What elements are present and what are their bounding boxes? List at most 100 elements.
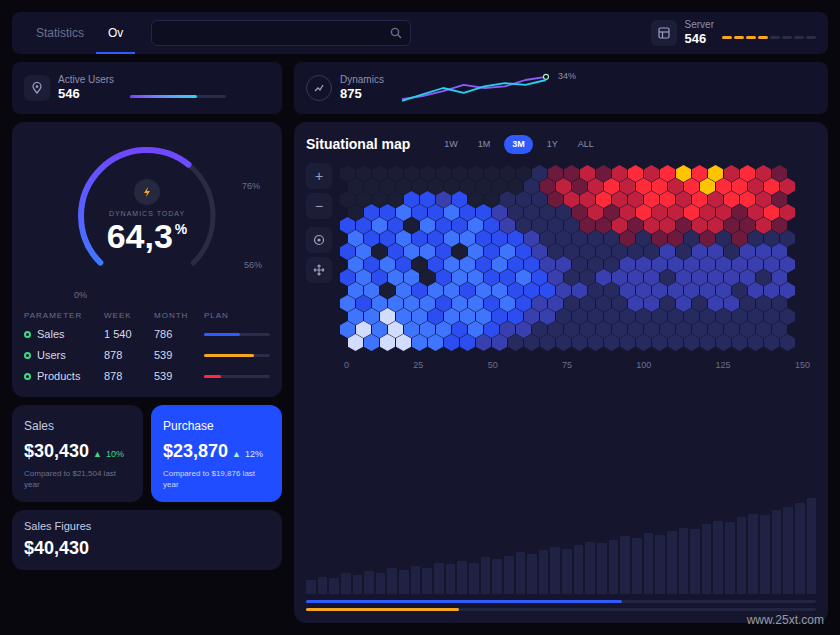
hex-cell[interactable] (756, 295, 771, 312)
hex-cell[interactable] (764, 308, 779, 325)
hex-cell[interactable] (724, 243, 739, 260)
hex-cell[interactable] (412, 282, 427, 299)
hex-cell[interactable] (436, 321, 451, 338)
hex-cell[interactable] (780, 282, 795, 299)
hex-cell[interactable] (676, 165, 691, 182)
hex-cell[interactable] (612, 243, 627, 260)
hex-cell[interactable] (740, 191, 755, 208)
hex-cell[interactable] (468, 321, 483, 338)
hex-cell[interactable] (396, 282, 411, 299)
hex-cell[interactable] (772, 165, 787, 182)
hex-cell[interactable] (484, 295, 499, 312)
hex-cell[interactable] (580, 269, 595, 286)
hex-cell[interactable] (668, 204, 683, 221)
hex-cell[interactable] (540, 178, 555, 195)
hex-cell[interactable] (436, 243, 451, 260)
hex-cell[interactable] (756, 269, 771, 286)
hex-cell[interactable] (524, 178, 539, 195)
hex-cell[interactable] (732, 178, 747, 195)
hex-cell[interactable] (740, 269, 755, 286)
hex-cell[interactable] (700, 230, 715, 247)
hex-cell[interactable] (596, 295, 611, 312)
hex-cell[interactable] (524, 204, 539, 221)
hex-cell[interactable] (364, 282, 379, 299)
hex-cell[interactable] (532, 165, 547, 182)
hex-cell[interactable] (516, 269, 531, 286)
hex-cell[interactable] (588, 256, 603, 273)
hex-cell[interactable] (684, 308, 699, 325)
hex-cell[interactable] (460, 282, 475, 299)
hex-cell[interactable] (732, 256, 747, 273)
hex-cell[interactable] (508, 204, 523, 221)
hex-cell[interactable] (420, 191, 435, 208)
hex-cell[interactable] (340, 217, 355, 234)
hex-cell[interactable] (756, 217, 771, 234)
hex-cell[interactable] (612, 269, 627, 286)
hex-cell[interactable] (676, 321, 691, 338)
hex-cell[interactable] (524, 334, 539, 351)
hex-cell[interactable] (740, 243, 755, 260)
hex-cell[interactable] (476, 204, 491, 221)
hex-cell[interactable] (700, 178, 715, 195)
hex-cell[interactable] (556, 256, 571, 273)
hex-cell[interactable] (444, 178, 459, 195)
hex-cell[interactable] (444, 204, 459, 221)
hex-cell[interactable] (364, 204, 379, 221)
hex-cell[interactable] (476, 308, 491, 325)
hex-cell[interactable] (340, 321, 355, 338)
hex-cell[interactable] (748, 308, 763, 325)
hex-cell[interactable] (468, 191, 483, 208)
hex-cell[interactable] (404, 165, 419, 182)
hex-cell[interactable] (660, 217, 675, 234)
hex-cell[interactable] (444, 230, 459, 247)
hex-cell[interactable] (452, 243, 467, 260)
hex-cell[interactable] (636, 178, 651, 195)
hex-cell[interactable] (764, 230, 779, 247)
hex-cell[interactable] (460, 308, 475, 325)
hex-cell[interactable] (340, 295, 355, 312)
hex-cell[interactable] (708, 321, 723, 338)
hex-cell[interactable] (644, 321, 659, 338)
hex-cell[interactable] (596, 165, 611, 182)
hex-cell[interactable] (380, 204, 395, 221)
search-field[interactable] (151, 20, 411, 46)
hex-cell[interactable] (540, 282, 555, 299)
hex-cell[interactable] (380, 308, 395, 325)
hex-cell[interactable] (468, 295, 483, 312)
hex-cell[interactable] (764, 178, 779, 195)
hex-cell[interactable] (572, 204, 587, 221)
hex-cell[interactable] (348, 178, 363, 195)
hex-cell[interactable] (620, 230, 635, 247)
hex-cell[interactable] (340, 269, 355, 286)
hex-cell[interactable] (452, 295, 467, 312)
hex-cell[interactable] (388, 295, 403, 312)
hex-cell[interactable] (468, 243, 483, 260)
hex-cell[interactable] (340, 165, 355, 182)
hex-cell[interactable] (620, 178, 635, 195)
hex-cell[interactable] (588, 178, 603, 195)
hex-cell[interactable] (676, 295, 691, 312)
hex-cell[interactable] (780, 204, 795, 221)
hex-cell[interactable] (756, 321, 771, 338)
hex-cell[interactable] (508, 230, 523, 247)
hex-cell[interactable] (580, 191, 595, 208)
hex-cell[interactable] (380, 282, 395, 299)
hex-cell[interactable] (540, 204, 555, 221)
hex-cell[interactable] (388, 217, 403, 234)
hex-cell[interactable] (604, 308, 619, 325)
hex-cell[interactable] (340, 243, 355, 260)
hex-cell[interactable] (372, 165, 387, 182)
hex-cell[interactable] (556, 282, 571, 299)
hex-cell[interactable] (604, 282, 619, 299)
hex-cell[interactable] (756, 243, 771, 260)
hex-cell[interactable] (700, 204, 715, 221)
hex-cell[interactable] (348, 256, 363, 273)
hex-cell[interactable] (700, 256, 715, 273)
hex-cell[interactable] (636, 282, 651, 299)
hex-cell[interactable] (620, 334, 635, 351)
hex-cell[interactable] (396, 178, 411, 195)
hex-cell[interactable] (508, 334, 523, 351)
hex-cell[interactable] (396, 204, 411, 221)
hex-cell[interactable] (692, 217, 707, 234)
hex-cell[interactable] (500, 243, 515, 260)
